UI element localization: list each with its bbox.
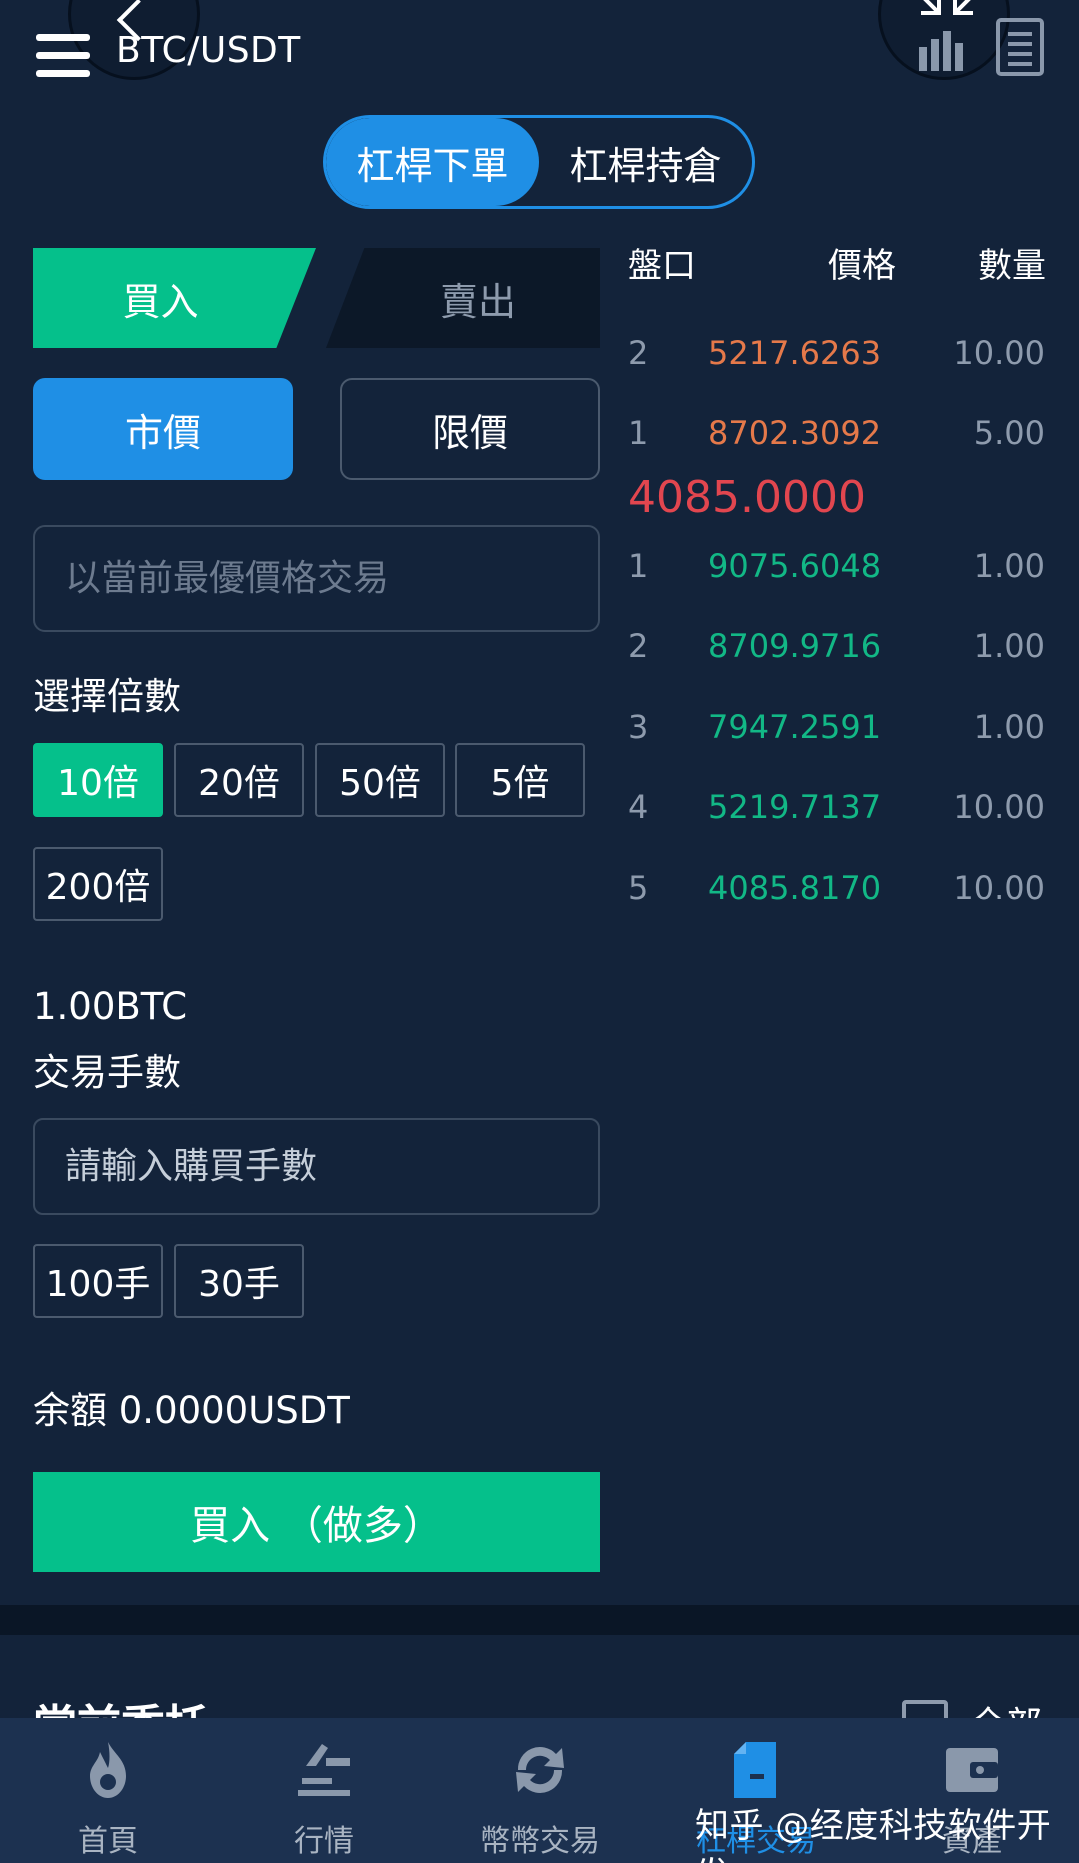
- orderbook-header-price: 價格: [828, 246, 896, 286]
- bid-index: 2: [628, 627, 649, 665]
- nav-spot-trading-label: 幣幣交易: [480, 1824, 600, 1859]
- lot-quantity-input[interactable]: [33, 1118, 600, 1215]
- pair-title[interactable]: BTC/USDT: [116, 30, 301, 71]
- ask-price: 5217.6263: [708, 334, 882, 372]
- lot-label: 交易手數: [33, 1051, 181, 1094]
- section-divider: [0, 1605, 1079, 1635]
- orderbook-header-book: 盤口: [628, 246, 696, 286]
- document-icon: [734, 1742, 776, 1798]
- ask-index: 2: [628, 334, 649, 372]
- order-list-icon[interactable]: [996, 18, 1044, 76]
- sell-tab[interactable]: 賣出: [326, 248, 600, 348]
- leverage-option-5x[interactable]: 5倍: [455, 743, 585, 817]
- leverage-option-50x[interactable]: 50倍: [315, 743, 445, 817]
- bid-price: 7947.2591: [708, 708, 882, 746]
- nav-market[interactable]: 行情: [216, 1718, 432, 1863]
- leverage-label: 選擇倍數: [33, 675, 181, 718]
- orderbook-header-qty: 數量: [978, 246, 1046, 286]
- bid-price: 9075.6048: [708, 547, 882, 585]
- bid-price: 8709.9716: [708, 627, 882, 665]
- bid-index: 1: [628, 547, 649, 585]
- ask-index: 1: [628, 414, 649, 452]
- exchange-icon: [516, 1747, 564, 1793]
- tab-leverage-positions[interactable]: 杠桿持倉: [539, 118, 752, 206]
- bid-index: 5: [628, 869, 649, 907]
- watermark: 知乎 @经度科技软件开发: [695, 1806, 1052, 1863]
- quick-lot-30[interactable]: 30手: [174, 1244, 304, 1318]
- balance-text: 余額 0.0000USDT: [33, 1389, 350, 1432]
- collapse-button[interactable]: [878, 0, 1010, 80]
- ask-qty: 10.00: [953, 334, 1045, 372]
- bid-qty: 1.00: [973, 627, 1045, 665]
- tab-leverage-order[interactable]: 杠桿下單: [326, 118, 539, 206]
- ask-price: 8702.3092: [708, 414, 882, 452]
- ask-qty: 5.00: [973, 414, 1045, 452]
- leverage-option-10x[interactable]: 10倍: [33, 743, 163, 817]
- nav-home-label: 首頁: [78, 1824, 138, 1859]
- bid-price: 5219.7137: [708, 788, 882, 826]
- bid-qty: 10.00: [953, 788, 1045, 826]
- buy-tab[interactable]: 買入: [33, 248, 316, 348]
- menu-icon[interactable]: [36, 34, 90, 78]
- collapse-icon: [919, 0, 973, 71]
- mode-toggle: 杠桿下單 杠桿持倉: [323, 115, 755, 209]
- bid-price: 4085.8170: [708, 869, 882, 907]
- last-price: 4085.0000: [628, 472, 866, 523]
- bid-qty: 1.00: [973, 708, 1045, 746]
- nav-home[interactable]: 首頁: [0, 1718, 216, 1863]
- market-order-button[interactable]: 市價: [33, 378, 293, 480]
- flame-icon: [90, 1742, 126, 1798]
- limit-order-button[interactable]: 限價: [340, 378, 600, 480]
- bid-qty: 10.00: [953, 869, 1045, 907]
- nav-market-label: 行情: [294, 1824, 354, 1859]
- bid-index: 3: [628, 708, 649, 746]
- bid-index: 4: [628, 788, 649, 826]
- leverage-option-200x[interactable]: 200倍: [33, 847, 163, 921]
- quick-lot-100[interactable]: 100手: [33, 1244, 163, 1318]
- lot-unit-value: 1.00BTC: [33, 985, 188, 1028]
- price-input[interactable]: [33, 525, 600, 632]
- leverage-option-20x[interactable]: 20倍: [174, 743, 304, 817]
- chart-icon: [298, 1744, 350, 1796]
- wallet-icon: [946, 1748, 998, 1792]
- buy-long-button[interactable]: 買入 （做多）: [33, 1472, 600, 1572]
- nav-spot-trading[interactable]: 幣幣交易: [432, 1718, 648, 1863]
- bid-qty: 1.00: [973, 547, 1045, 585]
